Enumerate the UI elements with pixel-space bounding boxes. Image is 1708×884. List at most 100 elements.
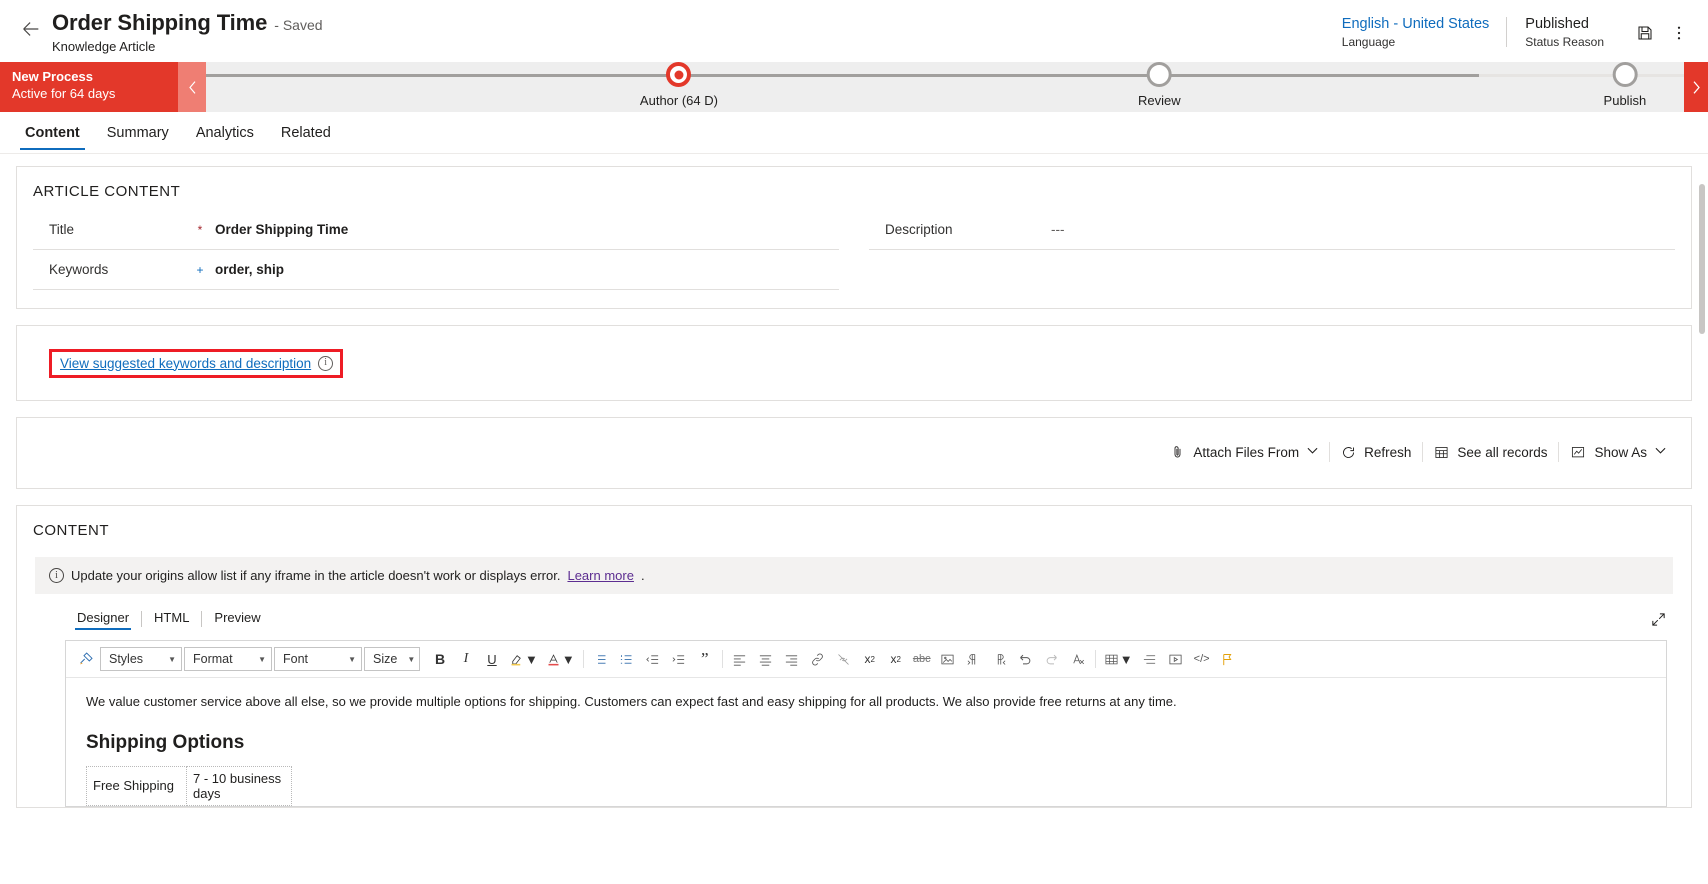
shipping-option-name: Free Shipping xyxy=(86,765,187,806)
tab-summary[interactable]: Summary xyxy=(98,115,178,150)
bulleted-list-icon[interactable] xyxy=(589,647,613,671)
back-button[interactable] xyxy=(14,12,48,46)
language-value: English - United States xyxy=(1341,16,1490,32)
clear-format-icon[interactable] xyxy=(1066,647,1090,671)
view-suggested-keywords-link[interactable]: View suggested keywords and description xyxy=(60,356,311,371)
field-value: order, ship xyxy=(215,262,285,277)
italic-icon[interactable]: I xyxy=(454,647,478,671)
undo-icon[interactable] xyxy=(1014,647,1038,671)
flag-icon[interactable] xyxy=(1216,647,1240,671)
decrease-indent-icon[interactable] xyxy=(641,647,665,671)
source-code-icon[interactable]: </> xyxy=(1190,647,1214,671)
font-dropdown[interactable]: Font ▼ xyxy=(274,647,362,671)
numbered-list-icon[interactable] xyxy=(615,647,639,671)
article-content-right-column: Description --- xyxy=(839,210,1675,290)
strikethrough-icon[interactable]: abc xyxy=(910,647,934,671)
info-circle-icon[interactable]: i xyxy=(318,355,334,371)
bpf-stage-review[interactable]: Review xyxy=(1138,62,1181,108)
learn-more-link[interactable]: Learn more xyxy=(567,568,633,583)
article-content-section: ARTICLE CONTENT Title * Order Shipping T… xyxy=(16,166,1692,309)
rtl-direction-icon[interactable] xyxy=(962,647,986,671)
language-field[interactable]: English - United States Language xyxy=(1324,16,1508,49)
entity-name-label: Knowledge Article xyxy=(52,39,156,54)
ltr-direction-icon[interactable] xyxy=(988,647,1012,671)
status-reason-field[interactable]: Published Status Reason xyxy=(1507,16,1622,49)
editor-content-area[interactable]: We value customer service above all else… xyxy=(66,678,1666,806)
required-indicator: * xyxy=(197,222,203,237)
toolbar-divider xyxy=(582,650,584,668)
show-as-button[interactable]: Show As xyxy=(1559,441,1677,464)
field-title[interactable]: Title * Order Shipping Time xyxy=(33,210,839,250)
insert-table-icon[interactable]: ▼ xyxy=(1101,647,1136,671)
chevron-down-icon: ▼ xyxy=(258,654,266,664)
remove-link-icon[interactable] xyxy=(832,647,856,671)
subscript-icon[interactable]: x2 xyxy=(884,647,908,671)
editor-tab-html[interactable]: HTML xyxy=(142,608,201,630)
format-painter-icon[interactable] xyxy=(74,647,98,671)
shipping-option-duration: 7 - 10 business days xyxy=(186,765,292,806)
more-commands-button[interactable] xyxy=(1664,18,1694,48)
editor-tab-preview[interactable]: Preview xyxy=(202,608,272,630)
suggestions-card: View suggested keywords and description … xyxy=(16,325,1692,401)
styles-dropdown[interactable]: Styles ▼ xyxy=(100,647,182,671)
bpf-collapse-button[interactable] xyxy=(178,62,206,112)
bpf-next-stage-button[interactable] xyxy=(1684,62,1708,112)
align-center-icon[interactable] xyxy=(754,647,778,671)
bpf-stage-dot xyxy=(1612,62,1638,87)
underline-icon[interactable]: U xyxy=(480,647,504,671)
tab-analytics[interactable]: Analytics xyxy=(187,115,263,150)
field-description[interactable]: Description --- xyxy=(869,210,1675,250)
tab-related[interactable]: Related xyxy=(272,115,340,150)
recommended-indicator: + xyxy=(196,262,204,277)
superscript-icon[interactable]: x2 xyxy=(858,647,882,671)
record-title-block: Order Shipping Time - Saved Knowledge Ar… xyxy=(52,8,323,54)
chevron-left-icon xyxy=(188,80,195,94)
scrollbar-thumb[interactable] xyxy=(1699,184,1705,334)
language-label: Language xyxy=(1341,35,1396,49)
blockquote-icon[interactable]: ” xyxy=(693,647,717,671)
editor-tab-designer[interactable]: Designer xyxy=(65,608,141,630)
save-state-label: - Saved xyxy=(274,17,323,33)
suggested-keywords-highlight: View suggested keywords and description … xyxy=(49,348,344,378)
field-keywords[interactable]: Keywords + order, ship xyxy=(33,250,839,290)
tab-content[interactable]: Content xyxy=(16,115,89,150)
vertical-scrollbar[interactable] xyxy=(1697,154,1707,884)
chart-image-icon xyxy=(1570,445,1586,460)
table-row: Free Shipping 7 - 10 business days xyxy=(86,765,292,806)
chevron-down-icon: ▼ xyxy=(348,654,356,664)
highlight-color-icon[interactable]: ▼ xyxy=(506,647,541,671)
format-dropdown[interactable]: Format ▼ xyxy=(184,647,272,671)
increase-indent-icon[interactable] xyxy=(667,647,691,671)
bold-icon[interactable]: B xyxy=(428,647,452,671)
bpf-stage-author[interactable]: Author (64 D) xyxy=(640,62,718,108)
bpf-current-stage[interactable]: New Process Active for 64 days xyxy=(0,62,178,112)
chevron-down-icon: ▼ xyxy=(168,654,176,664)
status-reason-label: Status Reason xyxy=(1525,35,1604,49)
font-color-icon[interactable]: ▼ xyxy=(543,647,578,671)
expand-editor-button[interactable] xyxy=(1650,611,1667,628)
redo-icon[interactable] xyxy=(1040,647,1064,671)
bpf-stage-label: Author (64 D) xyxy=(639,93,718,108)
see-all-records-button[interactable]: See all records xyxy=(1423,441,1558,464)
insert-link-icon[interactable] xyxy=(806,647,830,671)
toolbar-divider xyxy=(1094,650,1096,668)
attachments-card: Attach Files From Refresh See all record… xyxy=(16,417,1692,489)
insert-image-icon[interactable] xyxy=(936,647,960,671)
size-dropdown[interactable]: Size ▼ xyxy=(364,647,420,671)
save-button[interactable] xyxy=(1630,18,1660,48)
bpf-progress-line xyxy=(206,74,1684,77)
bpf-stage-label: Review xyxy=(1137,93,1181,108)
align-left-icon[interactable] xyxy=(728,647,752,671)
refresh-icon xyxy=(1341,445,1356,460)
horizontal-rule-icon[interactable] xyxy=(1138,647,1162,671)
bpf-stage-publish[interactable]: Publish xyxy=(1604,62,1646,108)
see-all-records-label: See all records xyxy=(1457,444,1548,460)
attach-files-from-button[interactable]: Attach Files From xyxy=(1159,440,1329,464)
align-right-icon[interactable] xyxy=(780,647,804,671)
refresh-button[interactable]: Refresh xyxy=(1330,441,1422,464)
insert-media-icon[interactable] xyxy=(1164,647,1188,671)
notice-suffix: . xyxy=(640,568,645,583)
styles-dropdown-label: Styles xyxy=(109,652,144,666)
size-dropdown-label: Size xyxy=(373,652,398,666)
expand-diagonal-icon xyxy=(1652,612,1665,626)
